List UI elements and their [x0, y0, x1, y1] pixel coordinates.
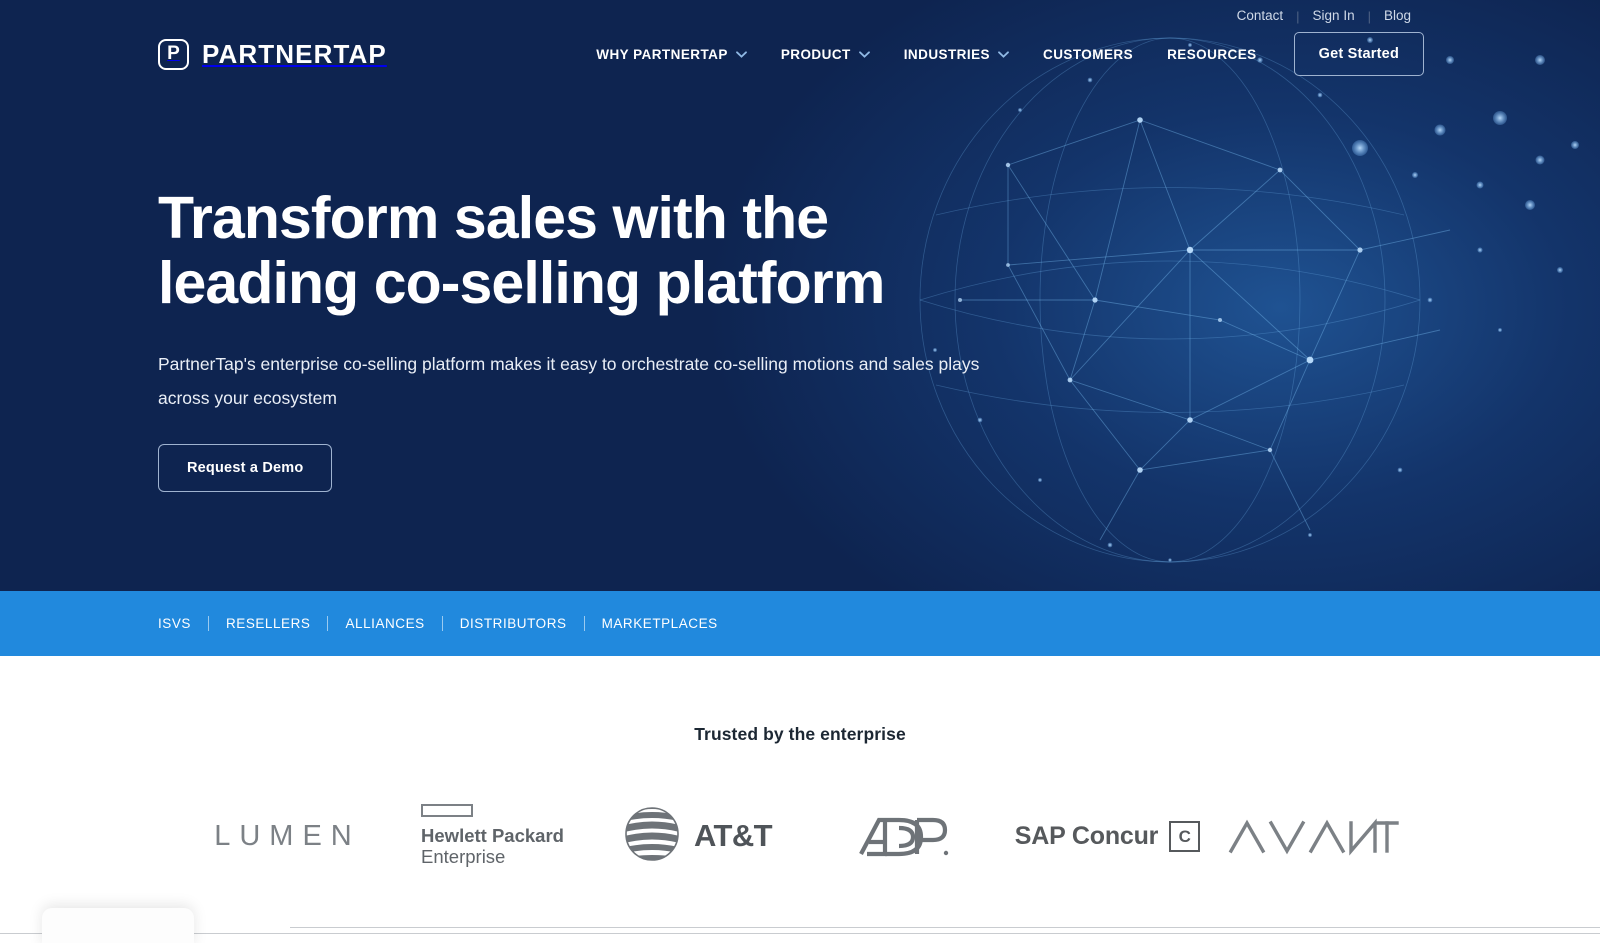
nav-label: RESOURCES	[1167, 46, 1257, 62]
att-text: AT&T	[694, 818, 773, 853]
nav-label: WHY PARTNERTAP	[596, 46, 728, 62]
nav-item-industries[interactable]: INDUSTRIES	[887, 47, 1026, 62]
adp-wordmark-icon	[855, 812, 951, 860]
nav-item-why-partnertap[interactable]: WHY PARTNERTAP	[579, 47, 764, 62]
request-demo-button[interactable]: Request a Demo	[158, 444, 333, 493]
logo-adp: ADP	[800, 796, 1005, 876]
get-started-button[interactable]: Get Started	[1293, 32, 1424, 76]
hero-title: Transform sales with the leading co-sell…	[158, 186, 978, 316]
subnav-item-marketplaces[interactable]: MARKETPLACES	[585, 616, 735, 631]
nav-item-customers[interactable]: CUSTOMERS	[1026, 47, 1150, 62]
subnav-item-distributors[interactable]: DISTRIBUTORS	[443, 616, 584, 631]
att-globe-icon	[623, 805, 681, 868]
content-divider	[290, 927, 1600, 928]
chevron-down-icon	[858, 50, 870, 58]
hero-title-line-1: Transform sales with the	[158, 185, 829, 251]
sap-concur-wordmark: SAP Concur C	[1014, 820, 1201, 852]
utility-link-contact[interactable]: Contact	[1224, 9, 1297, 23]
nav-label: PRODUCT	[780, 46, 851, 62]
trusted-heading: Trusted by the enterprise	[694, 724, 906, 744]
logo-partnertap[interactable]: P PARTNERTAP	[158, 38, 387, 70]
lumen-wordmark: LUMEN	[214, 819, 361, 852]
segment-subnav-inner: ISVS RESELLERS ALLIANCES DISTRIBUTORS MA…	[158, 616, 735, 631]
trusted-section: Trusted by the enterprise LUMEN Hewlett …	[0, 656, 1600, 943]
site-header: P PARTNERTAP WHY PARTNERTAP PRODUCT INDU…	[0, 26, 1600, 82]
nav-label: CUSTOMERS	[1043, 46, 1134, 62]
subnav-item-resellers[interactable]: RESELLERS	[209, 616, 328, 631]
logo-mark-icon: P	[158, 38, 189, 70]
page-bottom-divider	[0, 933, 1600, 934]
hero-section: Contact | Sign In | Blog P PARTNERTAP WH…	[0, 0, 1600, 591]
cookie-consent-widget[interactable]	[42, 908, 194, 943]
logo-sap-concur: SAP Concur C	[1005, 796, 1210, 876]
att-wordmark: AT&T	[623, 805, 773, 868]
hpe-line-1: Hewlett Packard	[421, 825, 564, 847]
brand-name: PARTNERTAP	[202, 38, 387, 69]
logo-lumen: LUMEN	[185, 796, 390, 876]
hero-content: Transform sales with the leading co-sell…	[158, 186, 988, 493]
chevron-down-icon	[998, 50, 1009, 58]
utility-link-blog[interactable]: Blog	[1371, 9, 1424, 23]
concur-c-mark-icon: C	[1169, 820, 1201, 852]
utility-link-sign-in[interactable]: Sign In	[1300, 9, 1368, 23]
main-navigation: WHY PARTNERTAP PRODUCT INDUSTRIES CUSTOM…	[579, 32, 1424, 76]
subnav-item-isvs[interactable]: ISVS	[158, 616, 208, 631]
segment-subnav: ISVS RESELLERS ALLIANCES DISTRIBUTORS MA…	[0, 591, 1600, 656]
avant-wordmark-icon	[1227, 815, 1399, 857]
hero-subtitle: PartnerTap's enterprise co-selling platf…	[158, 353, 980, 408]
page-root: Contact | Sign In | Blog P PARTNERTAP WH…	[0, 0, 1600, 943]
logo-avant: AVANT	[1210, 796, 1415, 876]
sap-concur-text: SAP Concur	[1014, 821, 1159, 850]
subnav-item-alliances[interactable]: ALLIANCES	[328, 616, 441, 631]
nav-item-resources[interactable]: RESOURCES	[1150, 47, 1274, 62]
hpe-wordmark: Hewlett Packard Enterprise	[421, 804, 564, 867]
nav-label: INDUSTRIES	[903, 46, 990, 62]
concur-mark-letter: C	[1178, 826, 1191, 846]
logo-hpe: Hewlett Packard Enterprise	[390, 796, 595, 876]
customer-logo-row: LUMEN Hewlett Packard Enterprise AT&T SA…	[0, 796, 1600, 876]
nav-item-product[interactable]: PRODUCT	[764, 47, 887, 62]
hpe-bar-icon	[421, 804, 474, 818]
logo-mark-letter: P	[167, 43, 180, 64]
logo-att: AT&T	[595, 796, 800, 876]
chevron-down-icon	[735, 50, 747, 58]
hero-title-line-2: leading co-selling platform	[158, 249, 885, 316]
hpe-line-2: Enterprise	[421, 846, 506, 867]
